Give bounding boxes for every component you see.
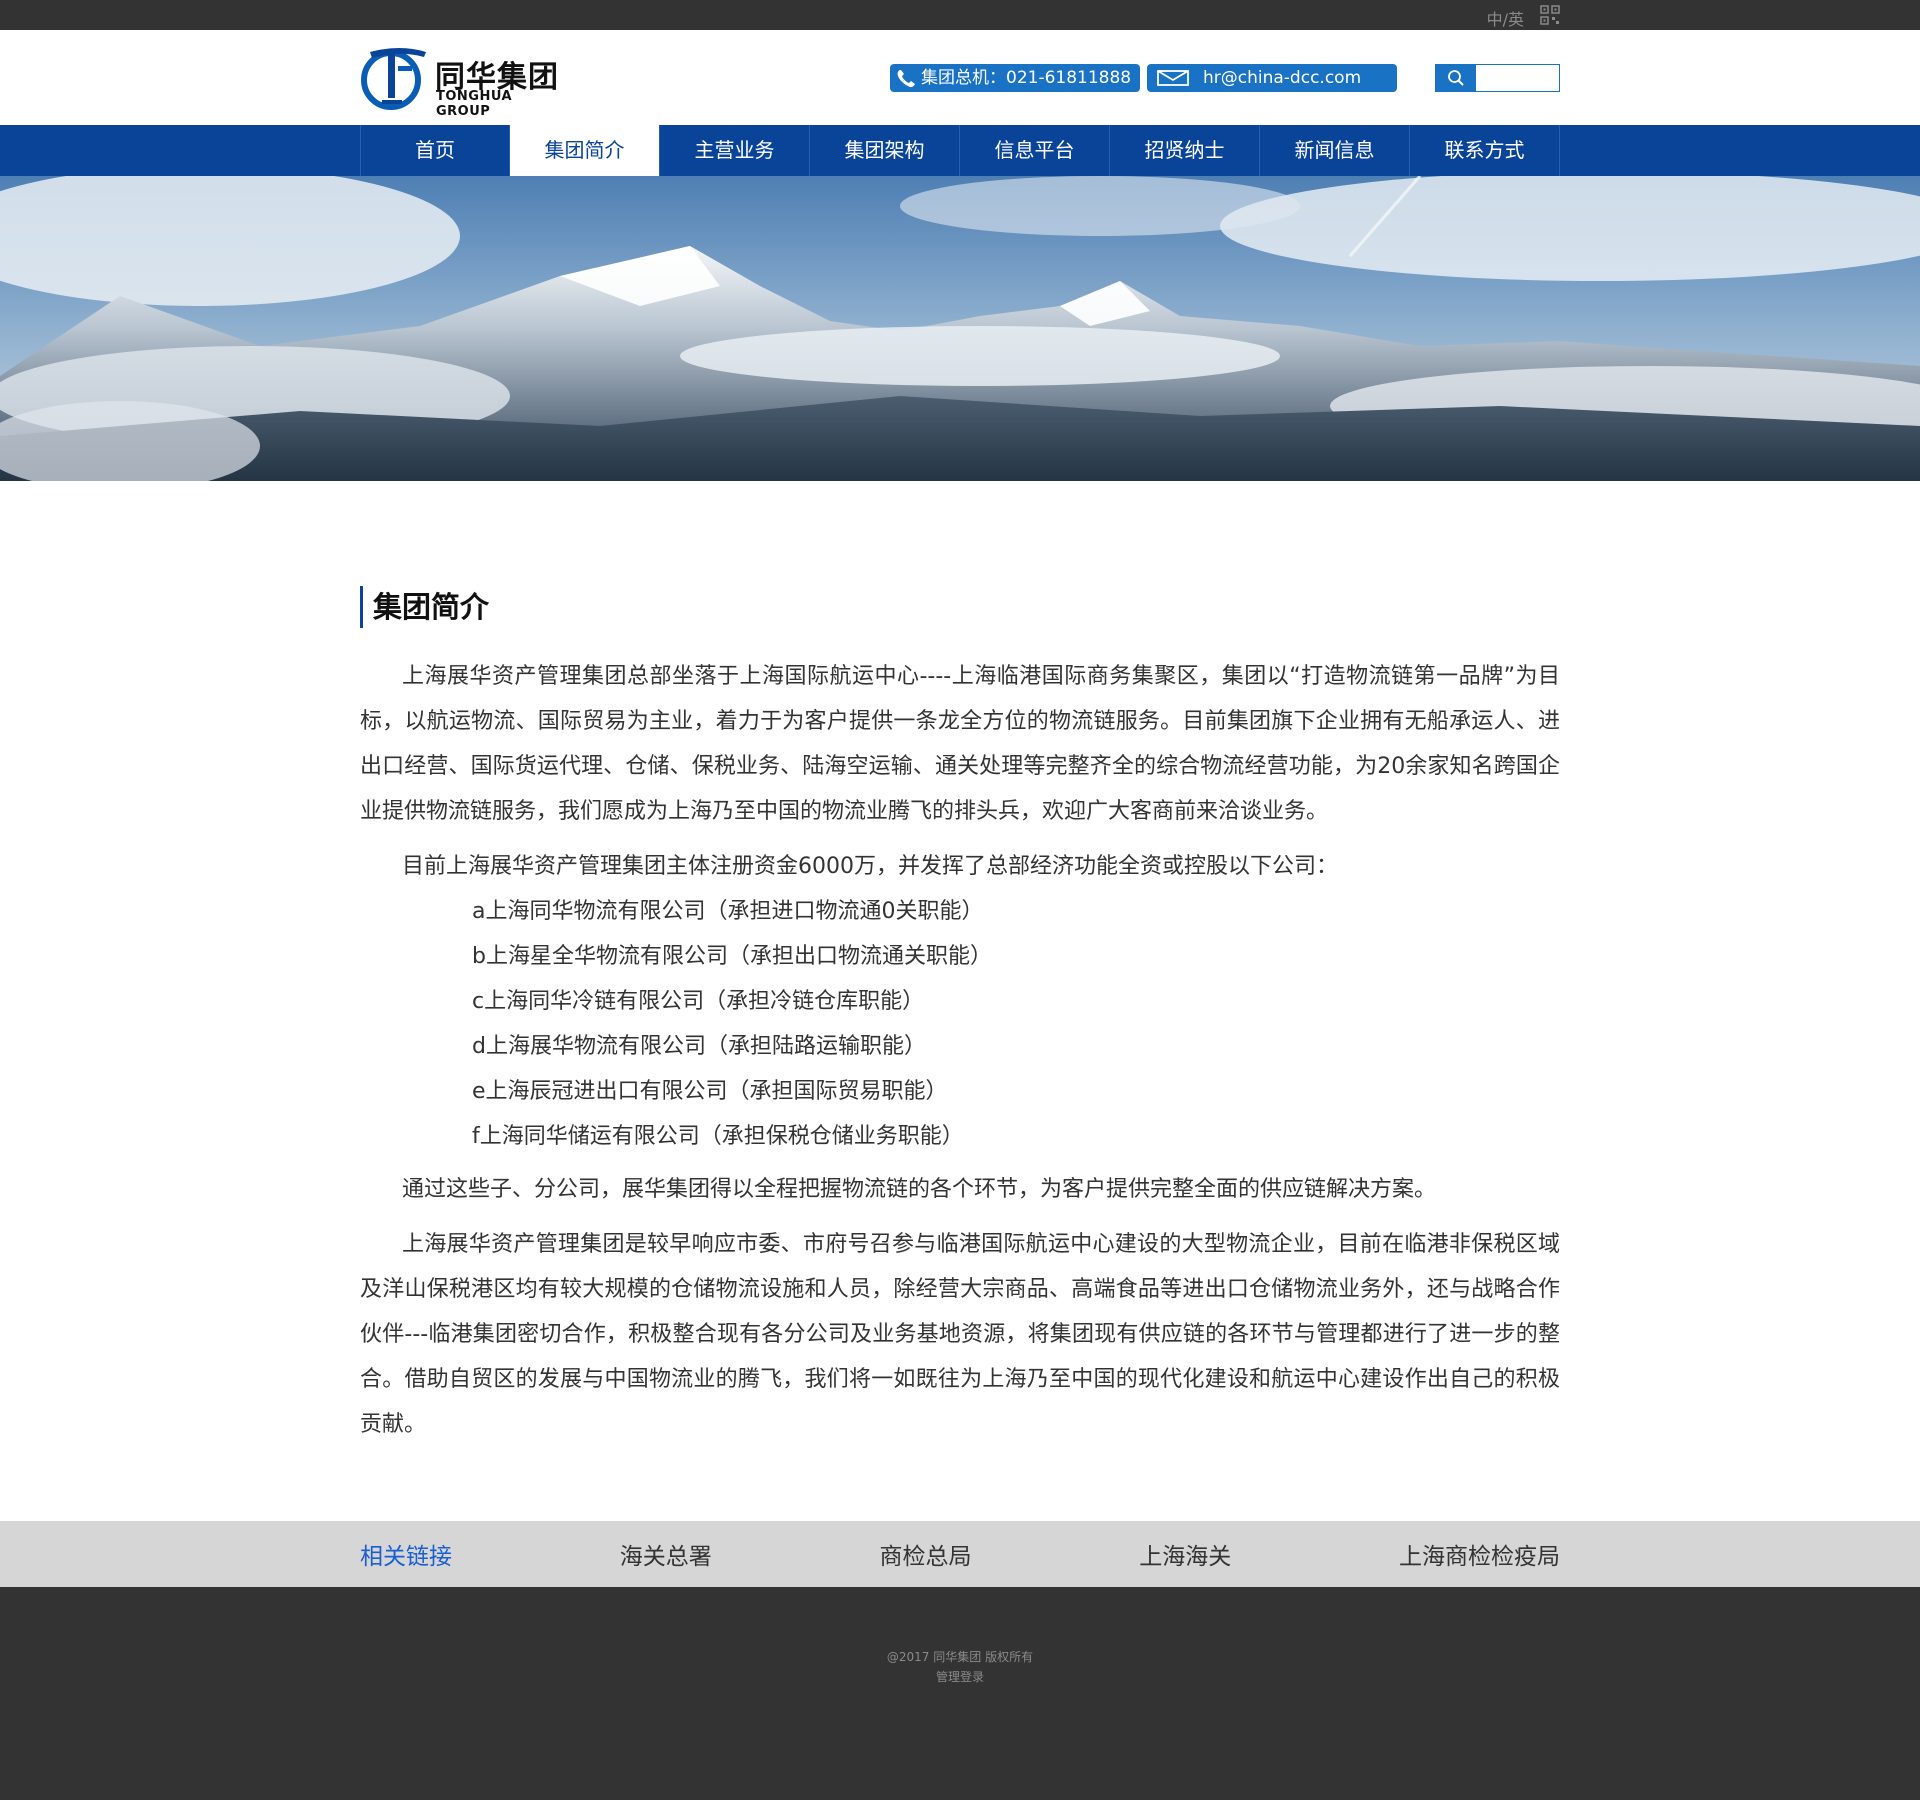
intro-paragraph: 上海展华资产管理集团总部坐落于上海国际航运中心----上海临港国际商务集聚区，集… bbox=[360, 664, 1560, 824]
phone-icon bbox=[897, 70, 915, 88]
phone-contact: 集团总机：021-61811888 bbox=[890, 64, 1140, 92]
top-bar: 中/英 bbox=[0, 0, 1920, 30]
nav-item-info-platform[interactable]: 信息平台 bbox=[960, 125, 1110, 176]
link-shanghai-customs[interactable]: 上海海关 bbox=[1139, 1537, 1231, 1571]
nav-item-contact[interactable]: 联系方式 bbox=[1410, 125, 1560, 176]
list-item: c上海同华冷链有限公司（承担冷链仓库职能） bbox=[472, 989, 925, 1014]
page-title: 集团简介 bbox=[360, 586, 1560, 628]
related-links-bar: 相关链接 海关总署 商检总局 上海海关 上海商检检疫局 bbox=[0, 1521, 1920, 1587]
admin-login-link[interactable]: 管理登录 bbox=[0, 1667, 1920, 1687]
search-icon bbox=[1448, 70, 1464, 86]
nav-item-news[interactable]: 新闻信息 bbox=[1260, 125, 1410, 176]
main-content: 集团简介 上海展华资产管理集团总部坐落于上海国际航运中心----上海临港国际商务… bbox=[360, 481, 1560, 1447]
nav-item-home[interactable]: 首页 bbox=[360, 125, 510, 176]
site-footer: @2017 同华集团 版权所有 管理登录 bbox=[0, 1587, 1920, 1800]
mail-icon bbox=[1157, 70, 1189, 86]
list-item: b上海星全华物流有限公司（承担出口物流通关职能） bbox=[472, 944, 992, 969]
list-item: f上海同华储运有限公司（承担保税仓储业务职能） bbox=[472, 1124, 964, 1149]
email-text: hr@china-dcc.com bbox=[1203, 68, 1362, 88]
list-item: e上海辰冠进出口有限公司（承担国际贸易职能） bbox=[472, 1079, 948, 1104]
search-button[interactable] bbox=[1436, 65, 1476, 91]
list-item: a上海同华物流有限公司（承担进口物流通0关职能） bbox=[472, 899, 984, 924]
main-nav: 首页 集团简介 主营业务 集团架构 信息平台 招贤纳士 新闻信息 联系方式 bbox=[0, 125, 1920, 176]
hero-banner bbox=[0, 176, 1920, 481]
search-input[interactable] bbox=[1476, 65, 1559, 91]
phone-text: 集团总机：021-61811888 bbox=[921, 68, 1132, 88]
supply-chain-paragraph: 通过这些子、分公司，展华集团得以全程把握物流链的各个环节，为客户提供完整全面的供… bbox=[402, 1177, 1437, 1202]
nav-item-careers[interactable]: 招贤纳士 bbox=[1110, 125, 1260, 176]
related-links-label: 相关链接 bbox=[360, 1544, 452, 1570]
development-paragraph: 上海展华资产管理集团是较早响应市委、市府号召参与临港国际航运中心建设的大型物流企… bbox=[360, 1232, 1560, 1437]
language-switch[interactable]: 中/英 bbox=[1487, 6, 1524, 30]
mountain-banner-image bbox=[0, 176, 1920, 481]
capital-paragraph: 目前上海展华资产管理集团主体注册资金6000万，并发挥了总部经济功能全资或控股以… bbox=[402, 854, 1338, 879]
logo-mark-icon bbox=[361, 48, 426, 110]
nav-item-about[interactable]: 集团简介 bbox=[510, 125, 660, 176]
logo[interactable]: 同华集团 TONGHUA GROUP bbox=[360, 44, 570, 119]
link-customs-general[interactable]: 海关总署 bbox=[620, 1537, 712, 1571]
site-header: 同华集团 TONGHUA GROUP 集团总机：021-61811888 hr@… bbox=[0, 30, 1920, 125]
subsidiary-list: a上海同华物流有限公司（承担进口物流通0关职能） b上海星全华物流有限公司（承担… bbox=[360, 889, 1560, 1159]
email-contact[interactable]: hr@china-dcc.com bbox=[1147, 64, 1397, 92]
search-box bbox=[1435, 64, 1560, 92]
logo-english-name: TONGHUA GROUP bbox=[436, 89, 513, 119]
qr-code-icon[interactable] bbox=[1540, 5, 1560, 25]
link-inspection-bureau[interactable]: 商检总局 bbox=[880, 1537, 972, 1571]
link-shanghai-inspection[interactable]: 上海商检检疫局 bbox=[1399, 1537, 1560, 1571]
copyright-text: @2017 同华集团 版权所有 bbox=[886, 1650, 1034, 1664]
list-item: d上海展华物流有限公司（承担陆路运输职能） bbox=[472, 1034, 926, 1059]
nav-item-business[interactable]: 主营业务 bbox=[660, 125, 810, 176]
nav-item-structure[interactable]: 集团架构 bbox=[810, 125, 960, 176]
